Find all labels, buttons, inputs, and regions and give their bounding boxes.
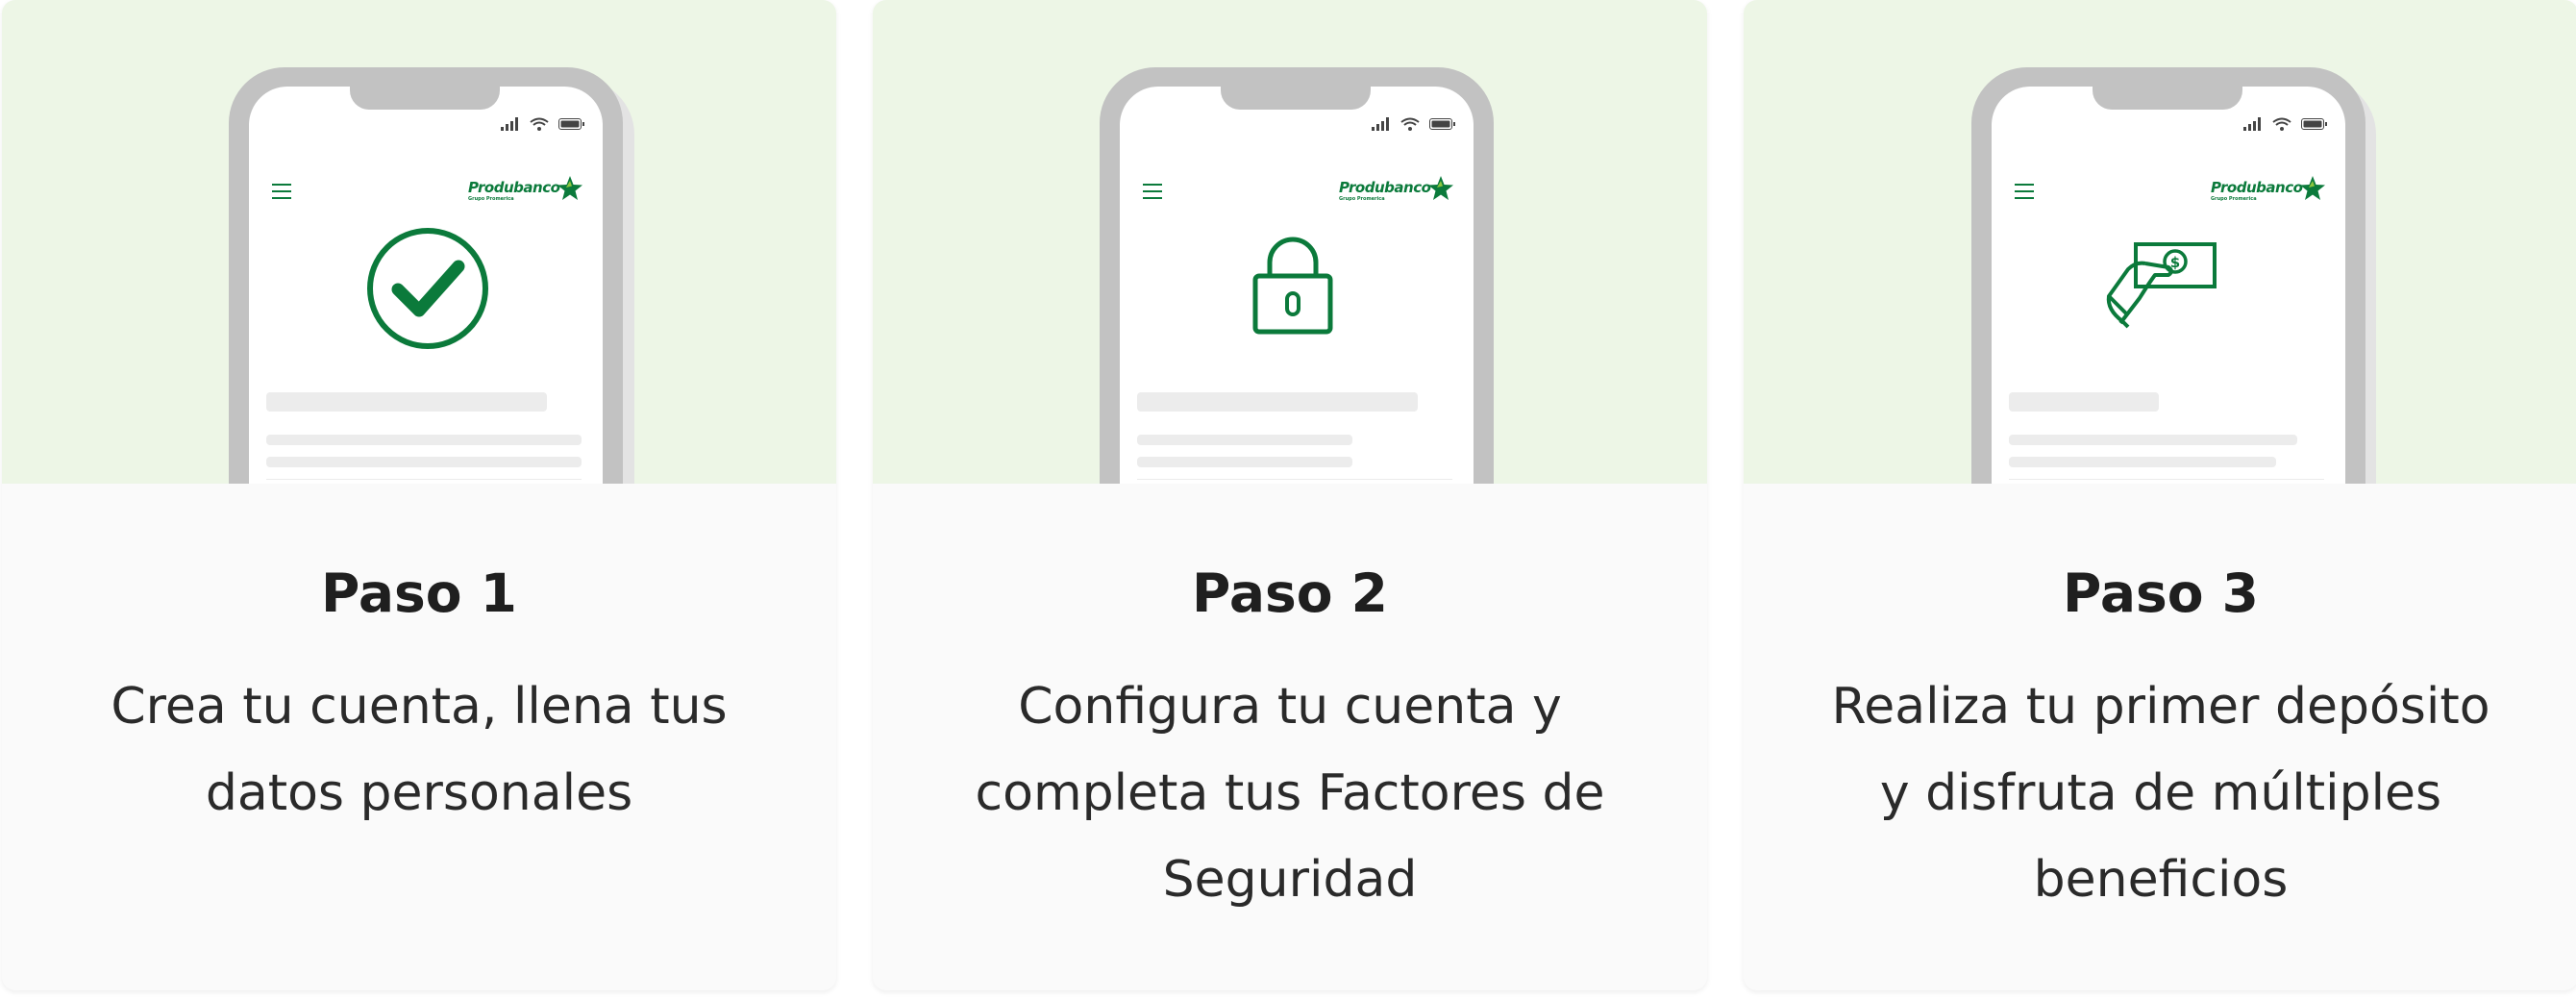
battery-icon [558, 118, 584, 130]
skeleton-bar [2009, 392, 2159, 412]
logo-name: Produbanco [2211, 179, 2303, 196]
divider [1137, 479, 1452, 480]
logo-tagline: Grupo Promerica [2211, 196, 2257, 202]
phone-notch [350, 73, 500, 110]
wifi-icon [2272, 117, 2291, 131]
step-title: Paso 1 [321, 562, 517, 624]
signal-icon [2243, 117, 2261, 131]
step-card-3: Produbanco Grupo Promerica $ Paso 3 Real… [1744, 0, 2576, 990]
star-icon [557, 176, 582, 200]
divider [266, 479, 582, 480]
step-description: Crea tu cuenta, llena tus datos personal… [111, 678, 728, 822]
card-illustration: Produbanco Grupo Promerica [2, 0, 836, 484]
step-description: Realiza tu primer depósito y disfruta de… [1831, 678, 2490, 909]
menu-icon [1143, 184, 1162, 199]
skeleton-bar [266, 435, 582, 445]
skeleton-bar [1137, 435, 1352, 445]
logo-tagline: Grupo Promerica [1339, 196, 1385, 202]
skeleton-bar [266, 392, 547, 412]
status-bar [1372, 113, 1456, 131]
hand-money-icon: $ [2106, 242, 2217, 329]
phone-notch [2093, 73, 2242, 110]
phone-mockup: Produbanco Grupo Promerica $ [1971, 67, 2365, 484]
skeleton-bar [2009, 457, 2276, 467]
step-card-2: Produbanco Grupo Promerica Paso 2 Config… [873, 0, 1707, 990]
divider [2009, 479, 2324, 480]
card-illustration: Produbanco Grupo Promerica $ [1744, 0, 2576, 484]
battery-icon [1429, 118, 1455, 130]
wifi-icon [530, 117, 549, 131]
skeleton-bar [1137, 392, 1418, 412]
status-bar [2243, 113, 2328, 131]
star-icon [2300, 176, 2325, 200]
status-bar [501, 113, 585, 131]
produbanco-logo: Produbanco Grupo Promerica [1339, 175, 1454, 208]
skeleton-bar [266, 457, 582, 467]
step-card-1: Produbanco Grupo Promerica Paso 1 Crea t… [2, 0, 836, 990]
step-description: Configura tu cuenta y completa tus Facto… [975, 678, 1605, 909]
menu-icon [2015, 184, 2034, 199]
check-circle-icon [367, 228, 488, 349]
phone-mockup: Produbanco Grupo Promerica [1100, 67, 1494, 484]
logo-name: Produbanco [468, 179, 560, 196]
step-title: Paso 3 [2063, 562, 2259, 624]
phone-screen: Produbanco Grupo Promerica $ [1992, 87, 2345, 484]
logo-name: Produbanco [1339, 179, 1431, 196]
produbanco-logo: Produbanco Grupo Promerica [2211, 175, 2326, 208]
menu-icon [272, 184, 291, 199]
phone-screen: Produbanco Grupo Promerica [249, 87, 603, 484]
skeleton-bar [2009, 435, 2297, 445]
lock-icon [1252, 237, 1333, 335]
signal-icon [501, 117, 518, 131]
star-icon [1428, 176, 1453, 200]
logo-tagline: Grupo Promerica [468, 196, 514, 202]
produbanco-logo: Produbanco Grupo Promerica [468, 175, 583, 208]
step-title: Paso 2 [1192, 562, 1388, 624]
wifi-icon [1400, 117, 1420, 131]
phone-screen: Produbanco Grupo Promerica [1120, 87, 1474, 484]
card-illustration: Produbanco Grupo Promerica [873, 0, 1707, 484]
battery-icon [2301, 118, 2327, 130]
signal-icon [1372, 117, 1389, 131]
phone-notch [1221, 73, 1371, 110]
skeleton-bar [1137, 457, 1352, 467]
phone-mockup: Produbanco Grupo Promerica [229, 67, 623, 484]
